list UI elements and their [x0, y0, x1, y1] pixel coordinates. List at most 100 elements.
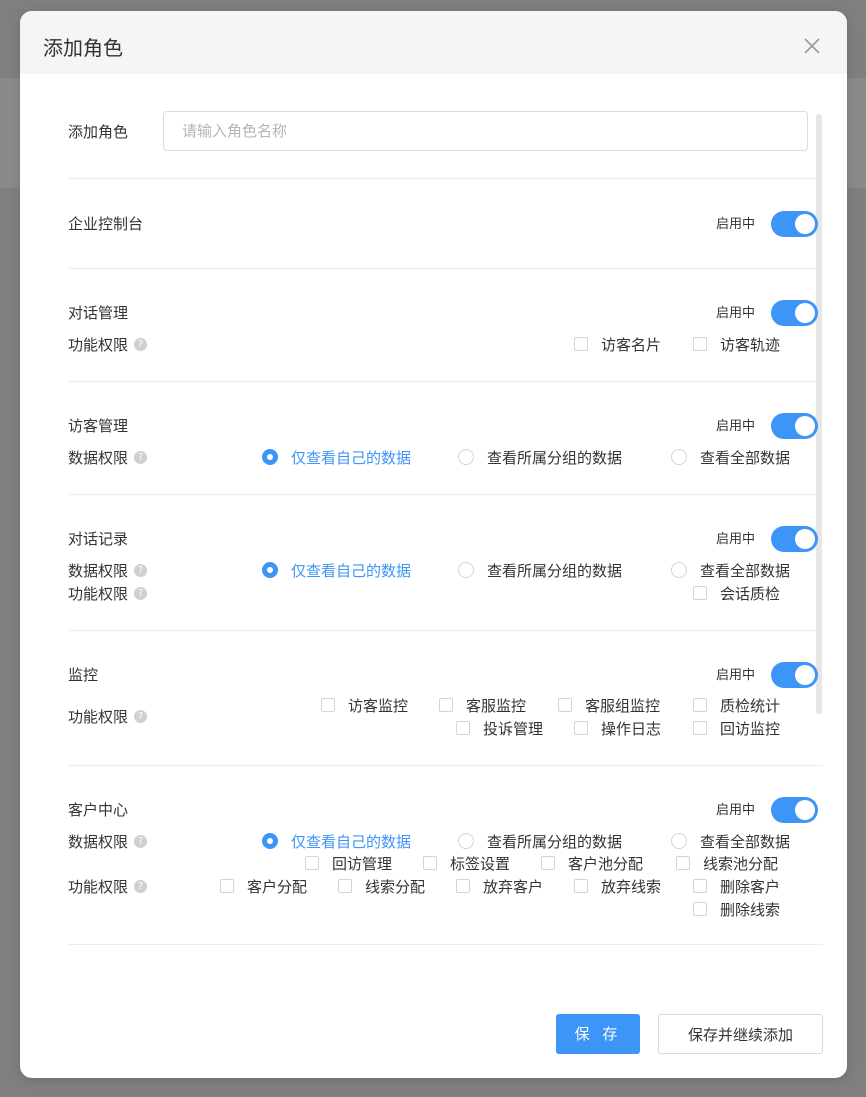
checkbox[interactable]	[574, 878, 588, 893]
checkbox[interactable]	[693, 336, 707, 351]
checkbox-option[interactable]: 客服监控	[439, 695, 526, 718]
save-button[interactable]: 保 存	[556, 1014, 640, 1054]
enable-toggle[interactable]	[771, 300, 818, 326]
help-icon[interactable]: ?	[134, 338, 148, 351]
checkbox[interactable]	[693, 697, 707, 712]
checkbox-option[interactable]: 删除客户	[693, 876, 780, 899]
checkbox[interactable]	[693, 585, 707, 600]
status-text: 启用中	[715, 668, 755, 683]
checkbox[interactable]	[321, 697, 335, 712]
radio-option-own[interactable]: 仅查看自己的数据	[262, 831, 411, 854]
section-visitor: 访客管理 启用中 数据权限? 仅查看自己的数据 查看所属分组的数据 查看全部数据	[68, 381, 823, 494]
section-customer: 客户中心 启用中 数据权限? 仅查看自己的数据 查看所属分组的数据 查看全部数据…	[68, 765, 823, 945]
radio-button[interactable]	[262, 832, 278, 849]
checkbox-option[interactable]: 标签设置	[423, 853, 510, 876]
checkbox-option[interactable]: 回访监控	[693, 718, 780, 741]
checkbox-option[interactable]: 访客监控	[321, 695, 408, 718]
dialog-title: 添加角色	[43, 36, 123, 60]
section-title: 访客管理	[68, 417, 129, 435]
enable-toggle[interactable]	[771, 797, 818, 823]
enable-toggle[interactable]	[771, 211, 818, 237]
checkbox[interactable]	[220, 878, 234, 893]
data-permission-label: 数据权限?	[68, 560, 148, 583]
checkbox-option[interactable]: 客服组监控	[558, 695, 660, 718]
toggle-knob	[795, 529, 815, 549]
checkbox[interactable]	[338, 878, 352, 893]
checkbox-option[interactable]: 线索池分配	[676, 853, 778, 876]
checkbox[interactable]	[541, 855, 555, 870]
checkbox-option[interactable]: 质检统计	[693, 695, 780, 718]
radio-button[interactable]	[458, 832, 474, 849]
checkbox[interactable]	[693, 878, 707, 893]
status-text: 启用中	[715, 532, 755, 547]
dialog-header: 添加角色	[20, 11, 847, 74]
dialog-body: 添加角色 企业控制台 启用中 对话管理 启用中 功能权限? 访客名片 访客轨迹	[68, 74, 823, 945]
status-text: 启用中	[715, 803, 755, 818]
func-permission-label: 功能权限?	[68, 706, 148, 729]
checkbox-option[interactable]: 客户分配	[220, 876, 307, 899]
checkbox[interactable]	[305, 855, 319, 870]
checkbox-option[interactable]: 线索分配	[338, 876, 425, 899]
data-permission-label: 数据权限?	[68, 447, 148, 470]
checkbox-option[interactable]: 投诉管理	[456, 718, 543, 741]
radio-option-all[interactable]: 查看全部数据	[671, 831, 790, 854]
help-icon[interactable]: ?	[134, 880, 148, 893]
checkbox[interactable]	[574, 720, 588, 735]
radio-button[interactable]	[671, 448, 687, 465]
checkbox-option[interactable]: 操作日志	[574, 718, 661, 741]
checkbox[interactable]	[693, 720, 707, 735]
role-name-label: 添加角色	[68, 122, 129, 141]
status-text: 启用中	[715, 306, 755, 321]
data-permission-label: 数据权限?	[68, 831, 148, 854]
help-icon[interactable]: ?	[134, 835, 148, 848]
enable-toggle[interactable]	[771, 662, 818, 688]
section-title: 监控	[68, 666, 99, 684]
help-icon[interactable]: ?	[134, 451, 148, 464]
radio-option-own[interactable]: 仅查看自己的数据	[262, 447, 411, 470]
toggle-knob	[795, 303, 815, 323]
radio-option-group[interactable]: 查看所属分组的数据	[458, 447, 622, 470]
radio-button[interactable]	[262, 448, 278, 465]
radio-option-own[interactable]: 仅查看自己的数据	[262, 560, 411, 583]
checkbox-option[interactable]: 会话质检	[693, 583, 780, 606]
enable-toggle[interactable]	[771, 413, 818, 439]
radio-button[interactable]	[262, 561, 278, 578]
checkbox[interactable]	[676, 855, 690, 870]
checkbox-option[interactable]: 访客轨迹	[693, 334, 780, 357]
checkbox[interactable]	[423, 855, 437, 870]
section-title: 对话记录	[68, 530, 129, 548]
checkbox-option[interactable]: 访客名片	[574, 334, 661, 357]
section-title: 客户中心	[68, 801, 129, 819]
checkbox[interactable]	[693, 901, 707, 916]
toggle-knob	[795, 214, 815, 234]
toggle-knob	[795, 665, 815, 685]
checkbox[interactable]	[456, 720, 470, 735]
role-name-input[interactable]	[163, 111, 808, 151]
checkbox[interactable]	[456, 878, 470, 893]
help-icon[interactable]: ?	[134, 564, 148, 577]
radio-button[interactable]	[671, 832, 687, 849]
radio-option-group[interactable]: 查看所属分组的数据	[458, 831, 622, 854]
radio-button[interactable]	[671, 561, 687, 578]
checkbox-option[interactable]: 放弃客户	[456, 876, 543, 899]
checkbox[interactable]	[558, 697, 572, 712]
checkbox-option[interactable]: 客户池分配	[541, 853, 643, 876]
save-and-continue-button[interactable]: 保存并继续添加	[658, 1014, 823, 1054]
radio-button[interactable]	[458, 561, 474, 578]
radio-option-all[interactable]: 查看全部数据	[671, 560, 790, 583]
help-icon[interactable]: ?	[134, 710, 148, 723]
checkbox[interactable]	[439, 697, 453, 712]
radio-button[interactable]	[458, 448, 474, 465]
enable-toggle[interactable]	[771, 526, 818, 552]
section-monitor: 监控 启用中 功能权限? 访客监控 客服监控 客服组监控 质检统计 投诉管理 操…	[68, 630, 823, 765]
close-icon[interactable]	[803, 37, 821, 55]
checkbox-option[interactable]: 删除线索	[693, 899, 780, 922]
help-icon[interactable]: ?	[134, 587, 148, 600]
checkbox-option[interactable]: 回访管理	[305, 853, 392, 876]
add-role-dialog: 添加角色 添加角色 企业控制台 启用中 对话管理 启用中 功能权限?	[20, 11, 847, 1078]
radio-option-all[interactable]: 查看全部数据	[671, 447, 790, 470]
checkbox-option[interactable]: 放弃线索	[574, 876, 661, 899]
radio-option-group[interactable]: 查看所属分组的数据	[458, 560, 622, 583]
func-permission-label: 功能权限?	[68, 334, 148, 357]
checkbox[interactable]	[574, 336, 588, 351]
